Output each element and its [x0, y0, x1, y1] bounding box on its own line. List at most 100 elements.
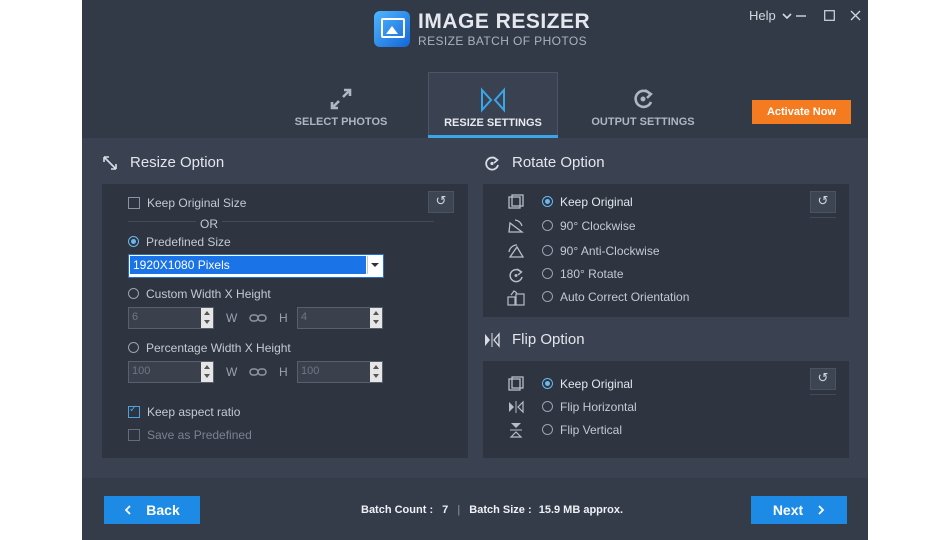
select-value: 1920X1080 Pixels [130, 256, 366, 274]
back-label: Back [146, 502, 180, 518]
rotate-anticlockwise-icon [508, 244, 525, 258]
flip-horizontal-icon [509, 400, 524, 414]
rotate-180-icon [509, 268, 523, 283]
custom-width-input[interactable]: 6 [128, 307, 214, 329]
radio-dot [128, 342, 139, 353]
spin-arrows-icon[interactable] [201, 308, 213, 328]
or-label: OR [196, 217, 222, 231]
close-button[interactable] [850, 9, 861, 24]
predefined-size-radio[interactable]: Predefined Size [128, 235, 231, 249]
keep-original-size-checkbox[interactable]: Keep Original Size [128, 196, 246, 210]
rotate-option-title: Rotate Option [484, 154, 684, 174]
height-label: H [279, 311, 288, 325]
chevron-right-icon [818, 505, 825, 515]
resize-option-title: Resize Option [102, 154, 302, 174]
reset-icon: ↺ [817, 371, 829, 386]
radio-dot [542, 401, 553, 412]
separator: | [457, 504, 461, 516]
resize-bowtie-icon [481, 87, 505, 113]
minimize-button[interactable] [795, 6, 807, 23]
section-label: Rotate Option [512, 154, 605, 171]
tab-label: RESIZE SETTINGS [444, 117, 542, 129]
maximize-icon [824, 10, 835, 21]
checkbox-box [128, 429, 140, 441]
rotate-clockwise-icon [508, 219, 524, 233]
predefined-size-select[interactable]: 1920X1080 Pixels [128, 254, 384, 278]
flip-horizontal-radio[interactable]: Flip Horizontal [542, 400, 637, 414]
rotate-reset-button[interactable]: ↺ [810, 191, 836, 213]
resize-diagonal-icon [103, 156, 117, 170]
batch-count-label: Batch Count : [361, 504, 434, 516]
flip-reset-button[interactable]: ↺ [810, 368, 836, 390]
image-original-icon [508, 376, 524, 391]
radio-dot [542, 378, 553, 389]
custom-size-radio[interactable]: Custom Width X Height [128, 287, 271, 301]
activate-now-button[interactable]: Activate Now [752, 100, 851, 124]
expand-arrows-icon [330, 88, 352, 110]
option-label: 90° Anti-Clockwise [560, 244, 660, 258]
spin-arrows-icon[interactable] [201, 362, 213, 382]
keep-aspect-ratio-checkbox[interactable]: Keep aspect ratio [128, 404, 240, 419]
rotate-90-anticlockwise-radio[interactable]: 90° Anti-Clockwise [542, 244, 660, 258]
rotate-90-clockwise-radio[interactable]: 90° Clockwise [542, 219, 636, 233]
option-label: Keep Original Size [147, 196, 247, 210]
flip-vertical-radio[interactable]: Flip Vertical [542, 423, 622, 437]
active-tab-indicator [428, 135, 558, 138]
tab-label: OUTPUT SETTINGS [591, 116, 695, 128]
percentage-size-radio[interactable]: Percentage Width X Height [128, 341, 291, 355]
radio-dot [542, 268, 553, 279]
auto-orientation-icon [507, 290, 525, 306]
tab-output-settings[interactable]: OUTPUT SETTINGS [578, 72, 708, 136]
input-value: 4 [301, 311, 308, 323]
option-label: 90° Clockwise [560, 219, 636, 233]
spin-arrows-icon[interactable] [370, 362, 382, 382]
option-label: 180° Rotate [560, 267, 624, 281]
flip-option-panel [483, 361, 849, 458]
chevron-down-icon [367, 256, 382, 274]
help-menu[interactable]: Help [749, 8, 792, 23]
flip-keep-original-radio[interactable]: Keep Original [542, 377, 633, 391]
divider [128, 221, 434, 222]
rotate-keep-original-radio[interactable]: Keep Original [542, 195, 633, 209]
maximize-button[interactable] [824, 9, 835, 24]
resize-reset-button[interactable]: ↺ [428, 191, 454, 213]
flip-option-title: Flip Option [484, 331, 684, 351]
save-as-predefined-checkbox[interactable]: Save as Predefined [128, 428, 252, 442]
percentage-height-input[interactable]: 100 [297, 361, 383, 383]
rotate-icon [485, 156, 499, 171]
option-label: Percentage Width X Height [146, 341, 291, 355]
option-label: Custom Width X Height [146, 287, 271, 301]
percentage-width-input[interactable]: 100 [128, 361, 214, 383]
chevron-left-icon [124, 505, 131, 515]
tab-label: SELECT PHOTOS [294, 116, 388, 128]
option-label: Keep Original [560, 195, 633, 209]
rotate-180-radio[interactable]: 180° Rotate [542, 267, 624, 281]
divider [810, 394, 836, 395]
tab-select-photos[interactable]: SELECT PHOTOS [276, 72, 406, 136]
app-window: IMAGE RESIZER RESIZE BATCH OF PHOTOS Hel… [82, 0, 868, 540]
input-value: 100 [301, 365, 320, 377]
spin-arrows-icon[interactable] [370, 308, 382, 328]
width-label: W [226, 365, 238, 379]
reset-icon: ↺ [817, 194, 829, 209]
back-button[interactable]: Back [104, 496, 200, 524]
input-value: 6 [132, 311, 139, 323]
radio-dot [542, 291, 553, 302]
custom-height-input[interactable]: 4 [297, 307, 383, 329]
flip-icon [485, 332, 500, 348]
close-icon [850, 10, 861, 21]
auto-correct-orientation-radio[interactable]: Auto Correct Orientation [542, 290, 689, 304]
batch-info: Batch Count : 7 | Batch Size : 15.9 MB a… [361, 504, 623, 516]
option-label: Flip Vertical [560, 423, 623, 437]
checkbox-box [128, 197, 140, 209]
radio-dot [128, 236, 139, 247]
link-chain-icon [249, 314, 267, 322]
next-button[interactable]: Next [751, 496, 847, 524]
footer-bar: Back Batch Count : 7 | Batch Size : 15.9… [82, 478, 868, 540]
minimize-icon [796, 15, 806, 17]
help-label: Help [749, 8, 776, 23]
section-label: Resize Option [130, 154, 225, 171]
chevron-down-icon [782, 13, 792, 20]
tab-resize-settings[interactable]: RESIZE SETTINGS [428, 72, 558, 137]
radio-dot [542, 220, 553, 231]
